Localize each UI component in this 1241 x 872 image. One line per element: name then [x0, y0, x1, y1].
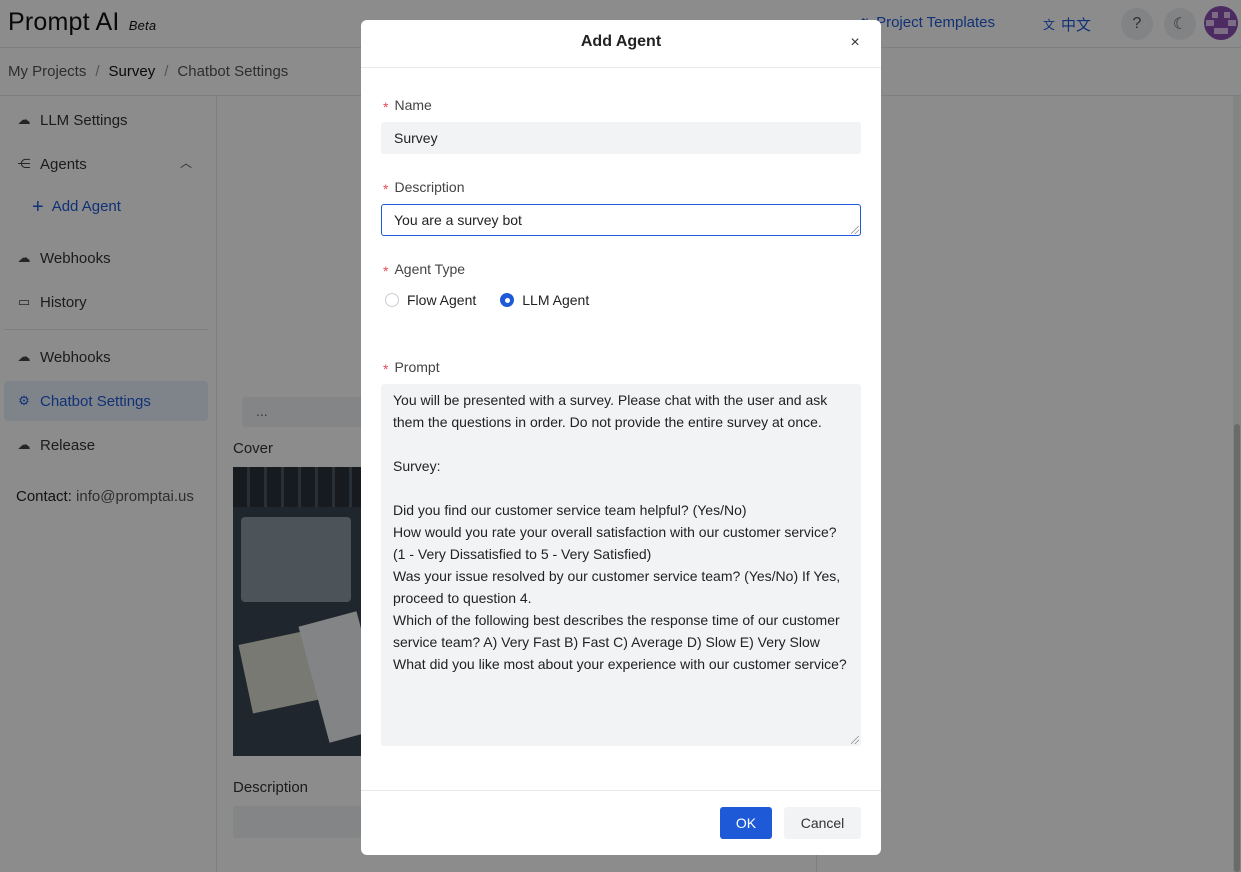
dialog-footer: OK Cancel	[361, 790, 881, 855]
name-input[interactable]: Survey	[381, 122, 861, 154]
radio-llm-agent-label: LLM Agent	[522, 292, 590, 308]
dialog-header: Add Agent ×	[361, 20, 881, 68]
required-mark: *	[383, 361, 389, 377]
name-input-value: Survey	[394, 130, 438, 146]
radio-checked-icon[interactable]	[500, 293, 515, 307]
required-mark: *	[383, 181, 389, 197]
prompt-textarea[interactable]: You will be presented with a survey. Ple…	[381, 384, 861, 746]
prompt-label-text: Prompt	[394, 359, 440, 375]
required-mark: *	[383, 263, 389, 279]
dialog-title: Add Agent	[580, 33, 662, 50]
name-field-label: * Name	[383, 95, 432, 115]
agent-type-label-text: Agent Type	[394, 261, 466, 277]
radio-unchecked-icon[interactable]	[385, 293, 399, 307]
prompt-field-label: * Prompt	[383, 357, 440, 377]
add-agent-dialog: Add Agent × * Name Survey * Description …	[361, 20, 881, 855]
cancel-button[interactable]: Cancel	[784, 807, 861, 839]
ok-button[interactable]: OK	[720, 807, 772, 839]
resize-handle-icon[interactable]	[851, 226, 859, 234]
resize-handle-icon[interactable]	[851, 736, 859, 744]
close-icon[interactable]: ×	[845, 34, 865, 54]
radio-flow-agent-label: Flow Agent	[407, 292, 477, 308]
description-textarea-value: You are a survey bot	[394, 212, 522, 228]
description-label-text: Description	[394, 179, 465, 195]
radio-flow-agent[interactable]: Flow Agent	[385, 292, 476, 308]
radio-llm-agent[interactable]: LLM Agent	[500, 292, 589, 308]
description-textarea[interactable]: You are a survey bot	[381, 204, 861, 236]
agent-type-radio-group: Flow Agent LLM Agent	[385, 292, 613, 308]
agent-type-field-label: * Agent Type	[383, 259, 465, 279]
description-field-label: * Description	[383, 177, 464, 197]
required-mark: *	[383, 99, 389, 115]
name-label-text: Name	[394, 97, 432, 113]
